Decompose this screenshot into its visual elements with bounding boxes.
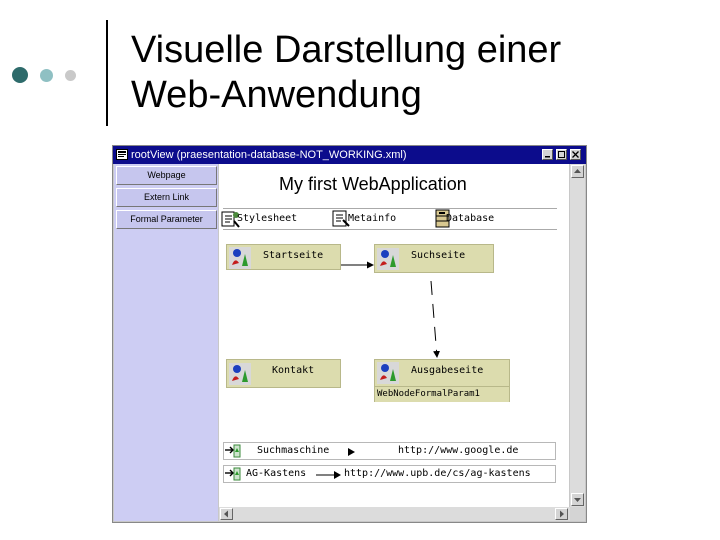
scroll-left-button[interactable] <box>220 508 233 520</box>
maximize-icon <box>558 151 565 158</box>
scroll-up-button[interactable] <box>571 165 584 178</box>
webpage-button[interactable]: Webpage <box>116 166 217 185</box>
webpage-icon <box>229 363 251 385</box>
close-button[interactable] <box>570 149 581 160</box>
graph-canvas[interactable]: My first WebApplication Stylesheet Metai… <box>219 164 569 507</box>
page-node-kontakt[interactable]: Kontakt <box>226 359 341 388</box>
extern-link-button[interactable]: Extern Link <box>116 188 217 207</box>
minimize-icon <box>545 156 550 158</box>
external-link-icon <box>225 467 241 481</box>
arrow-up-icon <box>574 169 581 173</box>
title-divider <box>106 20 108 126</box>
link-url: http://www.upb.de/cs/ag-kastens <box>344 468 531 479</box>
page-node-startseite[interactable]: Startseite <box>226 244 341 270</box>
bullet-dot-3 <box>65 70 76 81</box>
webpage-icon <box>377 248 399 270</box>
application-window: rootView (praesentation-database-NOT_WOR… <box>112 145 587 523</box>
window-title: rootView (praesentation-database-NOT_WOR… <box>131 149 407 161</box>
scroll-right-button[interactable] <box>555 508 568 520</box>
node-label: Kontakt <box>272 365 315 376</box>
external-link-icon <box>225 444 241 458</box>
external-link-row[interactable]: AG-Kastens http://www.upb.de/cs/ag-kaste… <box>223 465 556 483</box>
arrow-left-icon <box>224 510 228 518</box>
page-node-ausgabeseite[interactable]: Ausgabeseite WebNodeFormalParam1 <box>374 359 510 402</box>
arrow-down-icon <box>574 498 581 502</box>
window-titlebar[interactable]: rootView (praesentation-database-NOT_WOR… <box>113 146 586 164</box>
webpage-icon <box>377 362 399 384</box>
arrow-right-icon <box>560 510 564 518</box>
edge-suchseite-ausgabeseite <box>430 280 441 358</box>
bullet-dot-2 <box>40 69 53 82</box>
formal-parameter-label: WebNodeFormalParam1 <box>375 386 509 402</box>
formal-parameter-button[interactable]: Formal Parameter <box>116 210 217 229</box>
webpage-icon <box>229 247 251 269</box>
minimize-button[interactable] <box>542 149 553 160</box>
vertical-scrollbar[interactable] <box>570 164 585 507</box>
scroll-corner <box>570 507 585 521</box>
arrow-icon <box>348 448 355 456</box>
external-link-row[interactable]: Suchmaschine http://www.google.de <box>223 442 556 460</box>
left-panel: Webpage Extern Link Formal Parameter <box>114 164 218 521</box>
maximize-button[interactable] <box>556 149 567 160</box>
link-url: http://www.google.de <box>398 445 519 456</box>
bullet-dot-1 <box>12 67 28 83</box>
node-label: Startseite <box>263 250 324 261</box>
horizontal-scrollbar[interactable] <box>219 507 570 521</box>
close-icon <box>572 151 579 158</box>
slide-title: Visuelle Darstellung einer Web-Anwendung <box>131 29 562 116</box>
scroll-down-button[interactable] <box>571 493 584 506</box>
page-node-suchseite[interactable]: Suchseite <box>374 244 494 273</box>
window-icon <box>116 149 128 160</box>
arrow-icon <box>316 471 341 479</box>
node-label: Ausgabeseite <box>411 365 484 376</box>
link-name: Suchmaschine <box>257 445 330 456</box>
link-name: AG-Kastens <box>246 468 307 479</box>
node-label: Suchseite <box>411 250 466 261</box>
